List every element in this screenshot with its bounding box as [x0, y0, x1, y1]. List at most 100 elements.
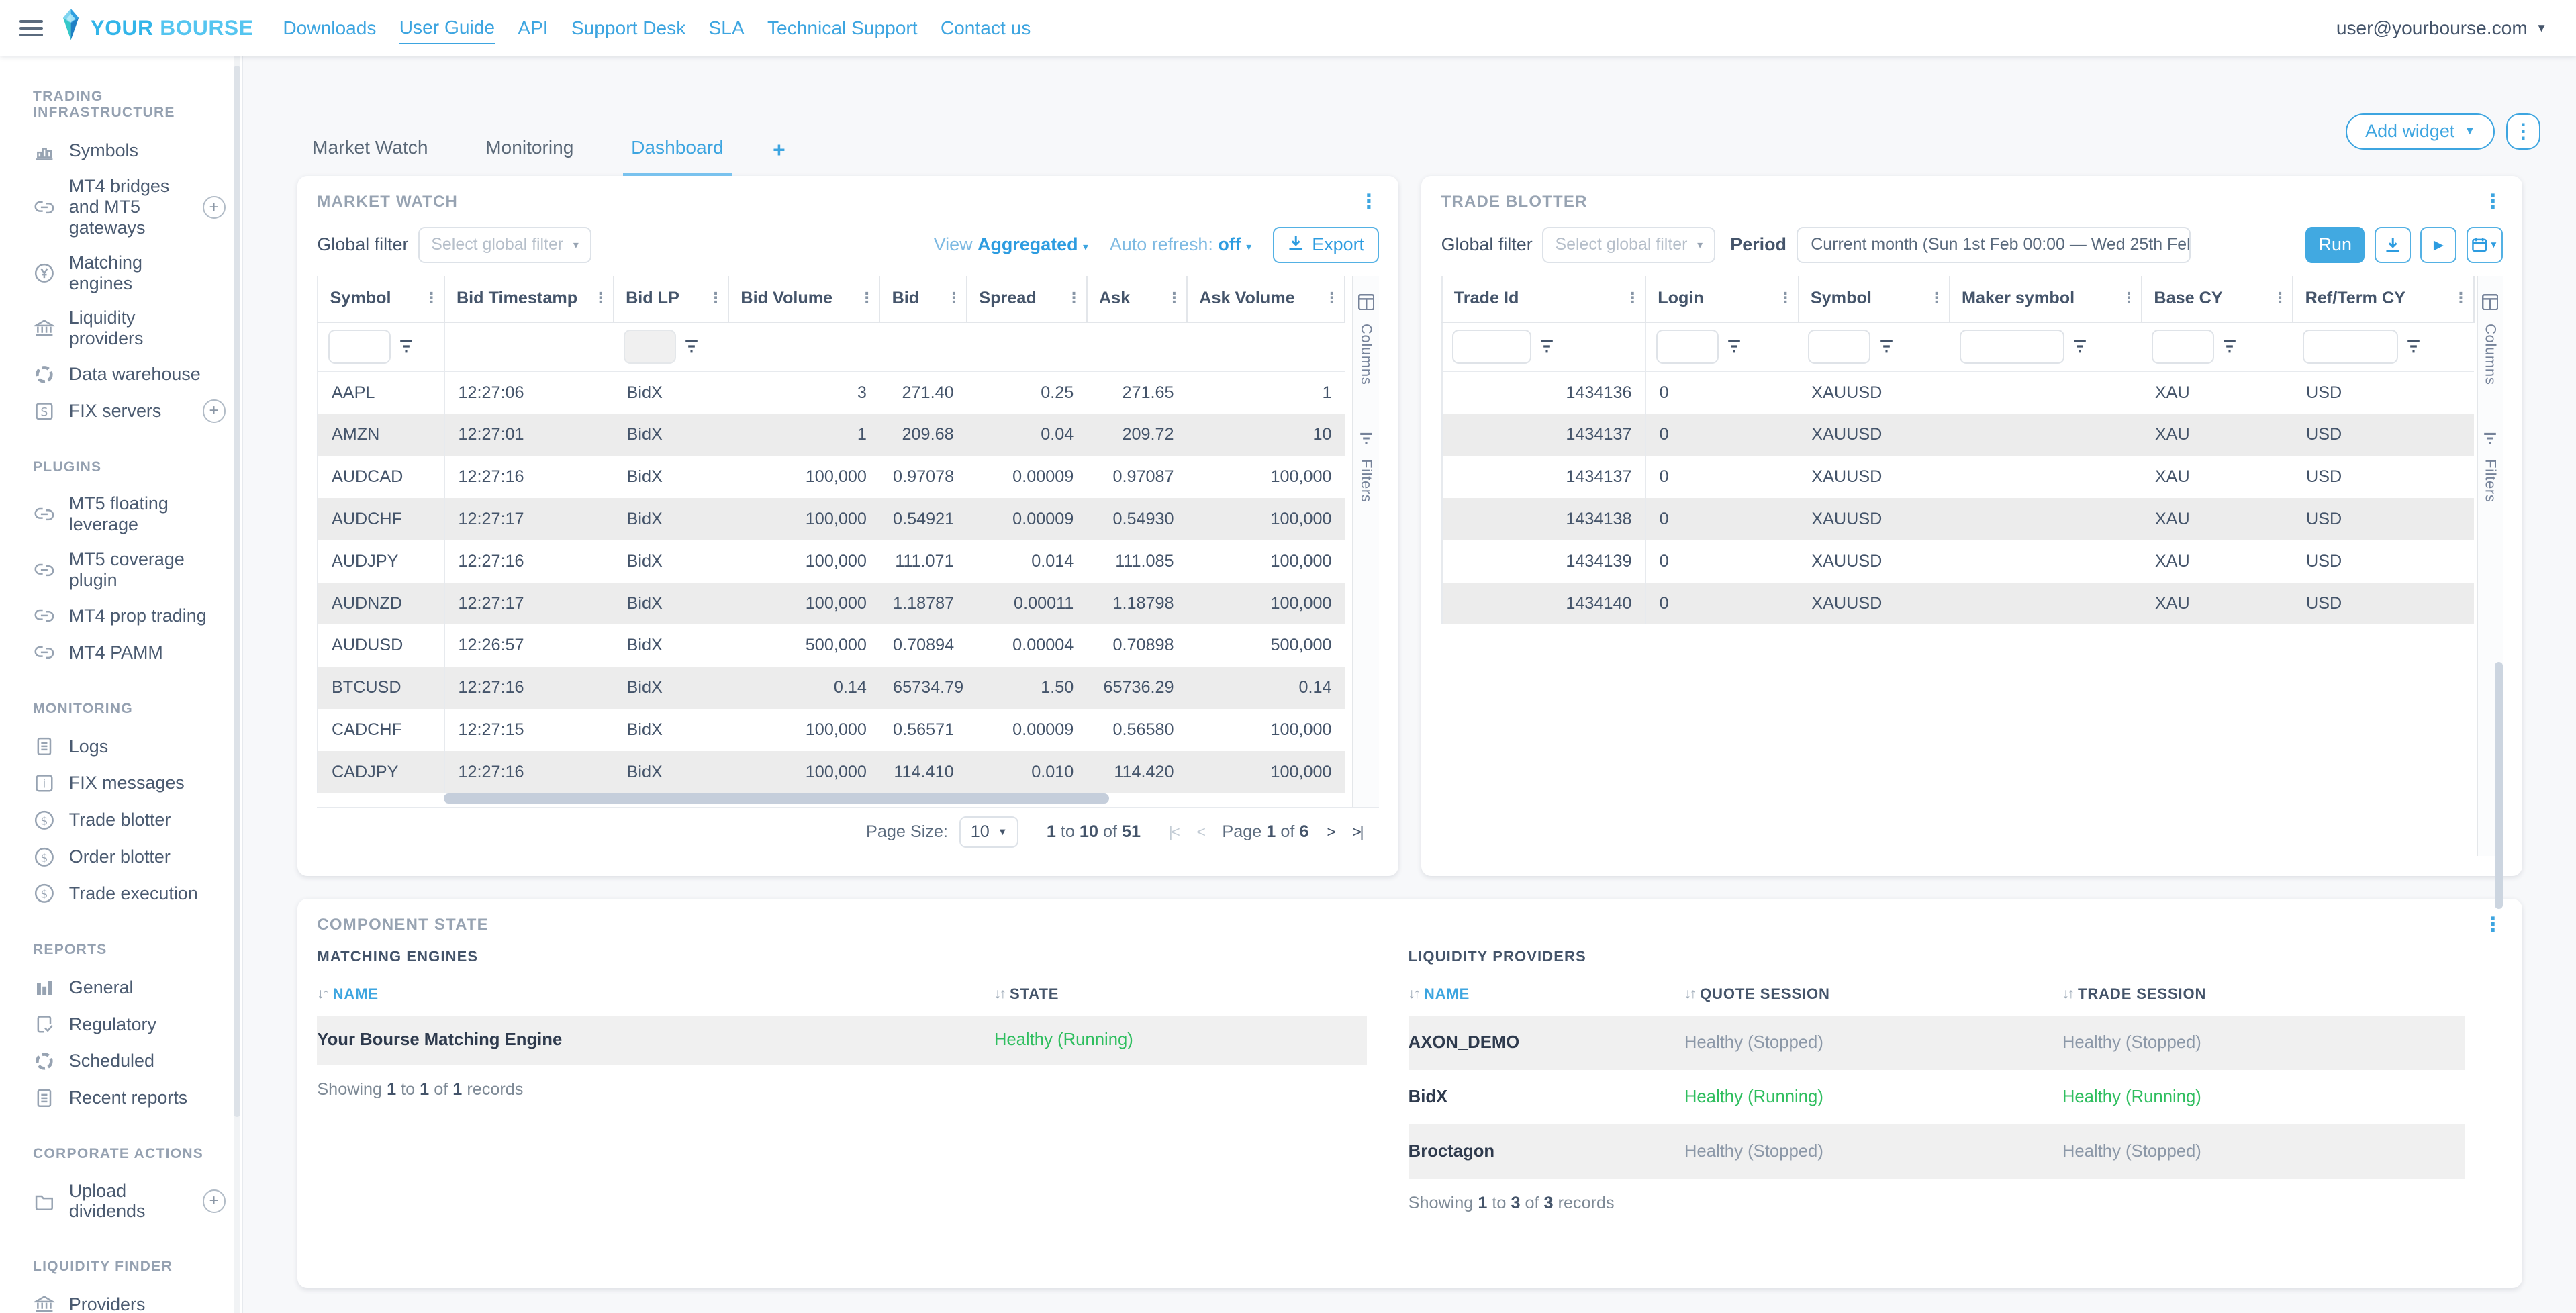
table-row[interactable]: AMZN12:27:01BidX1209.680.04209.7210	[318, 414, 1345, 456]
column-menu-icon[interactable]: ⋮	[1625, 289, 1640, 307]
sidebar-item-upload-dividends[interactable]: Upload dividends+	[0, 1173, 242, 1228]
sort-header-name[interactable]: ↓↑ NAME	[1409, 985, 1684, 1003]
column-header-symbol[interactable]: Symbol⋮	[318, 276, 444, 322]
sidebar-item-general[interactable]: General	[0, 969, 242, 1006]
column-menu-icon[interactable]: ⋮	[859, 289, 874, 307]
filter-input-symbol[interactable]	[328, 330, 391, 364]
auto-refresh-dropdown[interactable]: Auto refresh: off ▾	[1110, 234, 1251, 255]
sidebar-scrollbar-thumb[interactable]	[234, 66, 240, 1118]
add-widget-button[interactable]: Add widget ▼	[2346, 113, 2494, 150]
filter-icon[interactable]	[2406, 339, 2421, 354]
vertical-scrollbar-thumb[interactable]	[2495, 662, 2503, 908]
column-menu-icon[interactable]: ⋮	[2273, 289, 2287, 307]
nav-link-support-desk[interactable]: Support Desk	[571, 12, 685, 44]
table-row[interactable]: 14341370XAUUSDXAUUSD	[1442, 456, 2474, 498]
filter-icon[interactable]	[399, 339, 414, 354]
table-row[interactable]: 14341370XAUUSDXAUUSD	[1442, 414, 2474, 456]
column-menu-icon[interactable]: ⋮	[1325, 289, 1339, 307]
global-filter-select[interactable]: Select global filter ▾	[418, 227, 591, 263]
filter-icon[interactable]	[1879, 339, 1894, 354]
sort-header-state[interactable]: ↓↑ STATE	[994, 985, 1368, 1003]
filter-icon[interactable]	[2222, 339, 2237, 354]
sidebar-item-fix-messages[interactable]: iFIX messages	[0, 765, 242, 802]
table-row[interactable]: 14341360XAUUSDXAUUSD	[1442, 371, 2474, 414]
run-button[interactable]: Run	[2305, 227, 2365, 263]
tab-dashboard[interactable]: Dashboard	[623, 137, 732, 176]
column-menu-icon[interactable]: ⋮	[1167, 289, 1182, 307]
widget-kebab-menu-icon[interactable]: ⋮	[2483, 915, 2502, 934]
column-menu-icon[interactable]: ⋮	[1929, 289, 1944, 307]
sidebar-item-logs[interactable]: Logs	[0, 728, 242, 765]
column-header-ref-term-cy[interactable]: Ref/Term CY⋮	[2293, 276, 2473, 322]
column-header-ask-volume[interactable]: Ask Volume⋮	[1187, 276, 1345, 322]
table-row[interactable]: AUDNZD12:27:17BidX100,0001.187870.000111…	[318, 583, 1345, 625]
widget-kebab-menu-icon[interactable]: ⋮	[2483, 192, 2502, 211]
add-icon[interactable]: +	[203, 1189, 226, 1212]
filter-input-bid-lp[interactable]	[624, 330, 676, 364]
last-page-button[interactable]: >|	[1352, 823, 1362, 841]
table-row[interactable]: BTCUSD12:27:16BidX0.1465734.791.5065736.…	[318, 667, 1345, 709]
table-row[interactable]: Broctagon Healthy (Stopped) Healthy (Sto…	[1409, 1124, 2465, 1179]
user-account-dropdown[interactable]: user@yourbourse.com ▼	[2336, 17, 2547, 39]
sidebar-item-mt5-coverage-plugin[interactable]: MT5 coverage plugin	[0, 542, 242, 597]
column-menu-icon[interactable]: ⋮	[1778, 289, 1793, 307]
table-row[interactable]: AUDCHF12:27:17BidX100,0000.549210.000090…	[318, 498, 1345, 540]
filter-input-ref-term-cy[interactable]	[2303, 330, 2398, 364]
sidebar-item-scheduled[interactable]: Scheduled	[0, 1043, 242, 1080]
column-header-ask[interactable]: Ask⋮	[1087, 276, 1187, 322]
first-page-button[interactable]: |<	[1169, 823, 1179, 841]
table-row[interactable]: AUDUSD12:26:57BidX500,0000.708940.000040…	[318, 624, 1345, 667]
filter-icon[interactable]	[684, 339, 699, 354]
sidebar-item-trade-blotter[interactable]: $Trade blotter	[0, 801, 242, 838]
filter-icon[interactable]	[1727, 339, 1742, 354]
nav-link-downloads[interactable]: Downloads	[283, 12, 376, 44]
prev-page-button[interactable]: <	[1196, 823, 1204, 841]
nav-link-contact-us[interactable]: Contact us	[941, 12, 1031, 44]
sidebar-item-mt4-pamm[interactable]: MT4 PAMM	[0, 634, 242, 671]
table-row[interactable]: BidX Healthy (Running) Healthy (Running)	[1409, 1070, 2465, 1124]
column-header-bid-timestamp[interactable]: Bid Timestamp⋮	[444, 276, 614, 322]
tab-monitoring[interactable]: Monitoring	[477, 137, 582, 176]
table-row[interactable]: 14341380XAUUSDXAUUSD	[1442, 498, 2474, 540]
sidebar-item-mt5-floating-leverage[interactable]: MT5 floating leverage	[0, 487, 242, 542]
add-icon[interactable]: +	[203, 196, 226, 219]
nav-link-technical-support[interactable]: Technical Support	[767, 12, 918, 44]
sidebar-item-liquidity-providers[interactable]: Liquidity providers	[0, 301, 242, 356]
widget-kebab-menu-icon[interactable]: ⋮	[1359, 192, 1378, 211]
filters-panel-toggle[interactable]: Filters	[1357, 423, 1375, 502]
column-header-bid-lp[interactable]: Bid LP⋮	[614, 276, 728, 322]
columns-panel-toggle[interactable]: Columns	[2481, 287, 2499, 385]
filter-input-symbol[interactable]	[1808, 330, 1870, 364]
sidebar-item-recent-reports[interactable]: Recent reports	[0, 1079, 242, 1116]
sort-header-trade-session[interactable]: ↓↑ TRADE SESSION	[2062, 985, 2465, 1003]
column-menu-icon[interactable]: ⋮	[593, 289, 608, 307]
sidebar-item-regulatory[interactable]: Regulatory	[0, 1006, 242, 1043]
nav-link-user-guide[interactable]: User Guide	[399, 11, 495, 44]
column-menu-icon[interactable]: ⋮	[1067, 289, 1082, 307]
filter-input-base-cy[interactable]	[2152, 330, 2214, 364]
filter-input-maker-symbol[interactable]	[1960, 330, 2065, 364]
table-row[interactable]: AUDJPY12:27:16BidX100,000111.0710.014111…	[318, 540, 1345, 583]
filter-input-trade-id[interactable]	[1452, 330, 1531, 364]
table-row[interactable]: AXON_DEMO Healthy (Stopped) Healthy (Sto…	[1409, 1016, 2465, 1070]
sidebar-item-providers[interactable]: Providers	[0, 1286, 242, 1313]
column-header-login[interactable]: Login⋮	[1645, 276, 1799, 322]
sort-header-quote-session[interactable]: ↓↑ QUOTE SESSION	[1684, 985, 2062, 1003]
table-row[interactable]: 14341390XAUUSDXAUUSD	[1442, 540, 2474, 583]
column-header-base-cy[interactable]: Base CY⋮	[2142, 276, 2293, 322]
filter-input-login[interactable]	[1656, 330, 1719, 364]
column-menu-icon[interactable]: ⋮	[424, 289, 439, 307]
add-icon[interactable]: +	[203, 399, 226, 422]
tab-market-watch[interactable]: Market Watch	[304, 137, 436, 176]
nav-link-sla[interactable]: SLA	[709, 12, 745, 44]
sidebar-item-trade-execution[interactable]: $Trade execution	[0, 875, 242, 912]
sidebar-item-mt4-prop-trading[interactable]: MT4 prop trading	[0, 597, 242, 634]
export-button[interactable]: Export	[1273, 227, 1379, 263]
table-row[interactable]: AUDCAD12:27:16BidX100,0000.970780.000090…	[318, 456, 1345, 498]
column-header-symbol[interactable]: Symbol⋮	[1799, 276, 1950, 322]
add-tab-button[interactable]: +	[773, 138, 788, 176]
column-header-trade-id[interactable]: Trade Id⋮	[1442, 276, 1646, 322]
column-menu-icon[interactable]: ⋮	[2121, 289, 2136, 307]
filter-icon[interactable]	[2072, 339, 2087, 354]
table-row[interactable]: CADJPY12:27:16BidX100,000114.4100.010114…	[318, 751, 1345, 793]
